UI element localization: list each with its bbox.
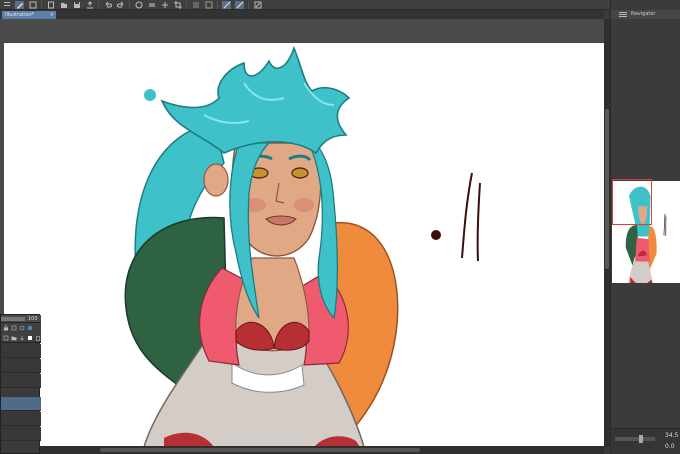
document-tab-label: Illustration* <box>5 12 35 18</box>
panel-menu-icon[interactable] <box>619 12 627 17</box>
layer-row[interactable] <box>1 427 41 441</box>
layer-color-icon[interactable] <box>27 325 33 331</box>
trash-icon[interactable] <box>35 335 41 341</box>
paint-dot-dark <box>431 230 441 240</box>
zoom-value[interactable]: 34.5 <box>665 432 678 439</box>
layer-row-selected[interactable] <box>1 397 41 411</box>
zoom-slider[interactable] <box>615 435 655 443</box>
navigator-view-rect[interactable] <box>612 179 652 225</box>
redo-icon[interactable] <box>116 1 125 9</box>
layer-actions-row <box>1 333 41 343</box>
eye-right <box>291 167 309 179</box>
pen-icon[interactable] <box>15 0 24 9</box>
snap-icon[interactable] <box>222 0 231 9</box>
navigator-view[interactable] <box>611 19 680 429</box>
document-tab-bar: Illustration* × <box>0 10 604 19</box>
folder-icon[interactable] <box>11 335 17 341</box>
navigator-footer: 34.5 0.0 <box>611 428 680 454</box>
opacity-value: 100 <box>28 316 38 322</box>
horizontal-scrollbar[interactable] <box>40 446 604 454</box>
close-icon[interactable]: × <box>50 11 54 19</box>
layers-icon[interactable] <box>28 1 37 9</box>
brush-stroke-1 <box>461 172 473 259</box>
clip-icon[interactable] <box>11 325 17 331</box>
reference-icon[interactable] <box>19 325 25 331</box>
blush-right <box>294 198 314 212</box>
new-layer-icon[interactable] <box>3 335 9 341</box>
crop-icon[interactable] <box>173 0 182 9</box>
layer-row[interactable] <box>1 412 41 426</box>
export-icon[interactable] <box>85 0 94 9</box>
toolbar-separator <box>217 0 218 9</box>
app-window: Illustration* × Navigator 34.5 0.0 100 <box>0 0 680 454</box>
toolbar-separator <box>41 0 42 9</box>
toolbar-separator <box>98 0 99 9</box>
layer-row[interactable] <box>1 374 41 388</box>
paint-dot-cyan <box>144 89 156 101</box>
toolbar-separator <box>129 0 130 9</box>
open-icon[interactable] <box>59 1 68 9</box>
edit-icon[interactable] <box>253 1 262 9</box>
merge-icon[interactable] <box>19 335 25 341</box>
layer-row[interactable] <box>1 344 41 358</box>
clear-icon[interactable] <box>134 1 143 9</box>
mask-icon[interactable] <box>27 335 33 341</box>
layer-panel: 100 <box>0 314 41 454</box>
layer-opacity-row[interactable]: 100 <box>1 315 41 323</box>
fill-icon[interactable] <box>147 1 156 9</box>
new-icon[interactable] <box>46 1 55 9</box>
ruler-icon[interactable] <box>235 0 244 9</box>
navigator-header[interactable]: Navigator <box>611 10 680 19</box>
navigator-title: Navigator <box>631 11 656 17</box>
layer-tools-row <box>1 323 41 333</box>
lock-icon[interactable] <box>3 325 9 331</box>
canvas-paper[interactable] <box>4 43 604 447</box>
canvas-area[interactable] <box>0 19 604 447</box>
rotation-value[interactable]: 0.0 <box>665 443 675 450</box>
document-tab[interactable]: Illustration* × <box>2 11 56 19</box>
horizontal-scroll-thumb[interactable] <box>100 448 420 452</box>
layer-row[interactable] <box>1 359 41 373</box>
navigator-panel: Navigator 34.5 0.0 <box>610 0 680 454</box>
toolbar-separator <box>248 0 249 9</box>
artwork <box>124 45 481 447</box>
command-bar <box>0 0 680 10</box>
transform-icon[interactable] <box>160 1 169 9</box>
view-icon[interactable] <box>191 1 200 9</box>
vertical-scroll-thumb[interactable] <box>605 109 609 269</box>
zoom-slider-knob[interactable] <box>639 435 643 443</box>
opacity-slider[interactable] <box>1 317 25 321</box>
toolbar-separator <box>186 0 187 9</box>
save-icon[interactable] <box>72 1 81 9</box>
menu-icon[interactable] <box>2 1 11 9</box>
undo-icon[interactable] <box>103 1 112 9</box>
brush-stroke-2 <box>476 182 481 262</box>
ear <box>203 163 229 197</box>
grid-icon[interactable] <box>204 1 213 9</box>
